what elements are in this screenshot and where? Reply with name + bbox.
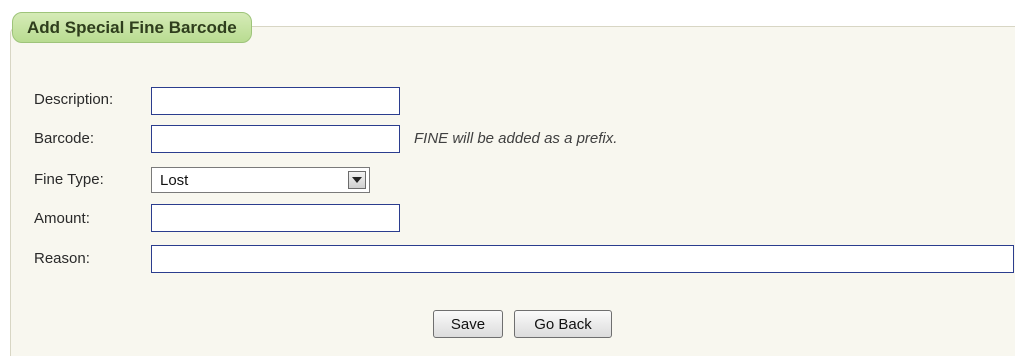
form-title: Add Special Fine Barcode (12, 12, 252, 43)
description-field[interactable] (151, 87, 400, 115)
amount-label: Amount: (34, 210, 90, 227)
fine-type-selected-value: Lost (160, 172, 189, 189)
reason-field[interactable] (151, 245, 1014, 273)
barcode-label: Barcode: (34, 130, 95, 147)
fine-type-select[interactable]: Lost (151, 167, 370, 193)
reason-label: Reason: (34, 250, 90, 267)
save-button[interactable]: Save (433, 310, 503, 338)
amount-field[interactable] (151, 204, 400, 232)
go-back-button[interactable]: Go Back (514, 310, 612, 338)
barcode-field[interactable] (151, 125, 400, 153)
chevron-down-icon[interactable] (348, 171, 366, 189)
description-label: Description: (34, 91, 114, 108)
fine-type-label: Fine Type: (34, 171, 104, 188)
barcode-hint: FINE will be added as a prefix. (414, 130, 618, 147)
